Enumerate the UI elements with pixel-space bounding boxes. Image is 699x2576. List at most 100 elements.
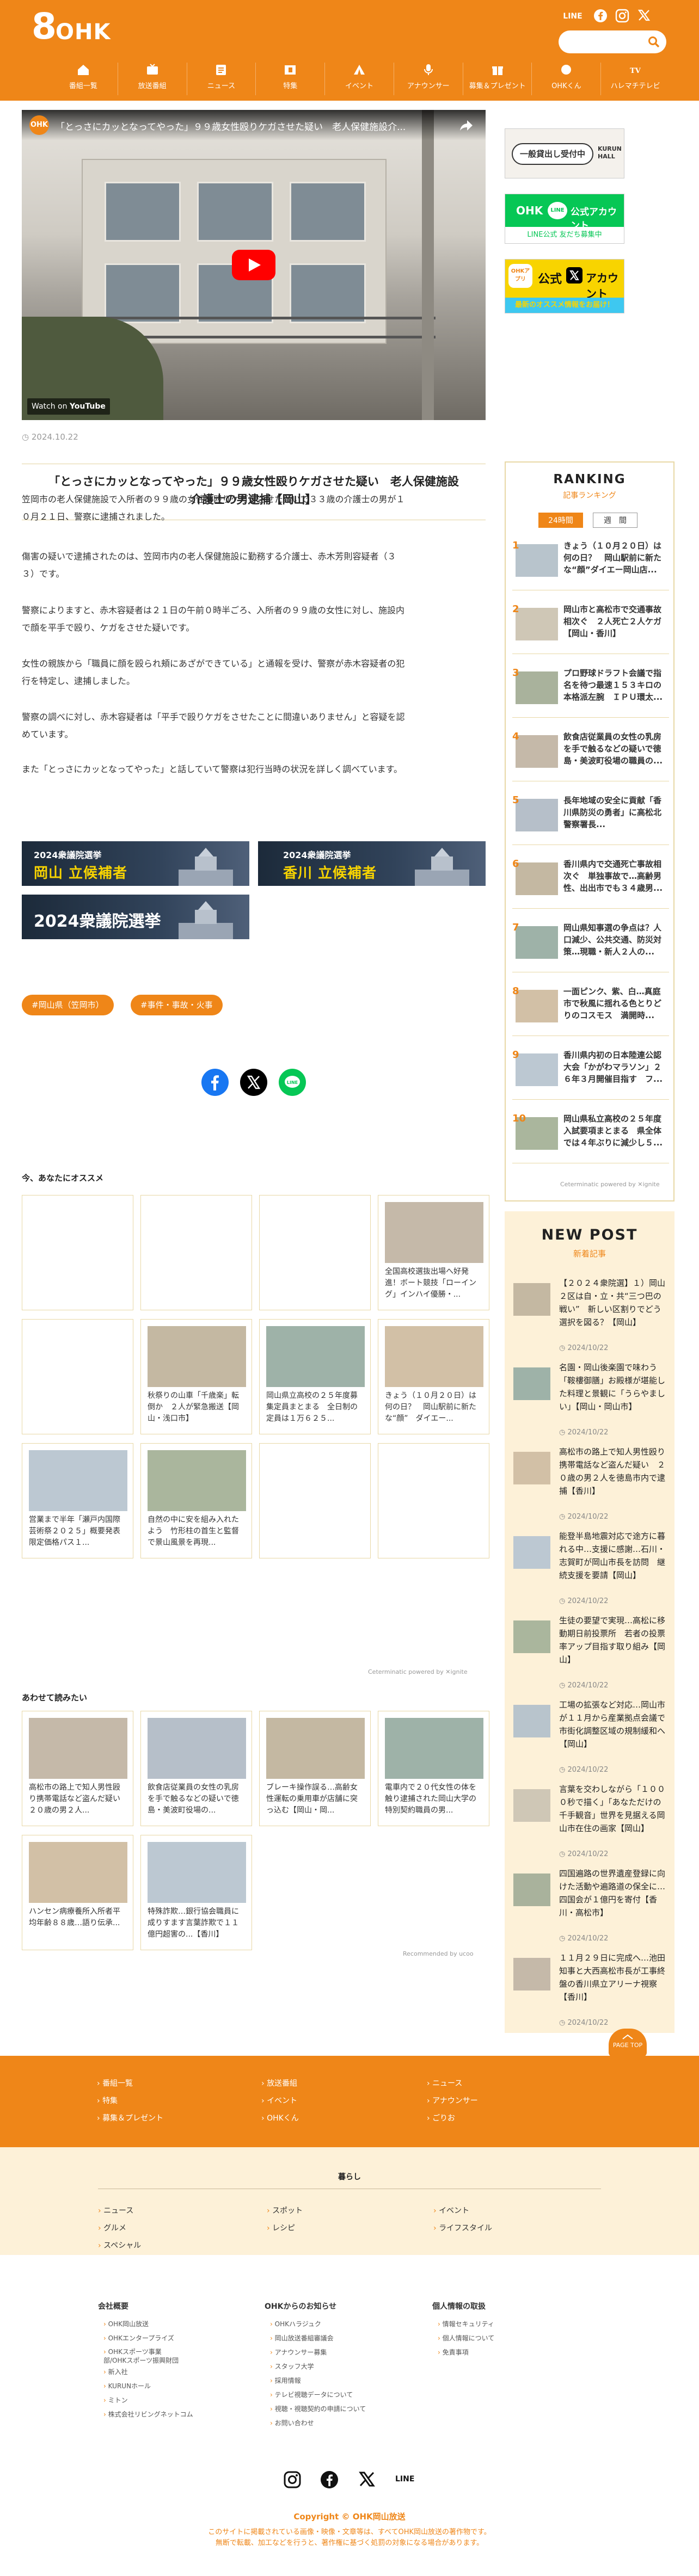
nav-announcer[interactable]: アナウンサー xyxy=(393,63,463,95)
footer-link[interactable]: ごりお xyxy=(427,2112,455,2123)
instagram-icon[interactable] xyxy=(283,2470,302,2491)
new-post-item[interactable]: 四国遍路の世界遺産登録に向けた活動や遍路道の保全に…四国会が１億円を寄付【香川・… xyxy=(513,1867,666,1949)
line-link[interactable]: LINE xyxy=(561,9,585,24)
recommend-card[interactable] xyxy=(259,1443,371,1558)
video-player[interactable]: OHK 「とっさにカッとなってやった」９９歳女性殴りケガさせた疑い 老人保健施設… xyxy=(22,110,486,420)
instagram-icon[interactable] xyxy=(614,9,630,24)
ranking-item[interactable]: 4 飲食店従業員の女性の乳房を手で触るなどの疑いで徳島・美波町役場の職員の... xyxy=(512,729,669,781)
nav-ohkkun[interactable]: OHKくん xyxy=(531,63,600,95)
footer-sub-link[interactable]: お問い合わせ xyxy=(270,2418,314,2427)
footer-link[interactable]: イベント xyxy=(261,2095,297,2106)
new-post-item[interactable]: 名園・岡山後楽園で味わう「鞍樓御膳」お殿様が堪能した料理と景観に「うらやましい」… xyxy=(513,1361,666,1443)
ranking-item[interactable]: 10 岡山県私立高校の２５年度入試要項まとまる 県全体では４年ぶりに減少し５... xyxy=(512,1111,669,1163)
election-2024-banner[interactable]: 2024衆議院選挙 xyxy=(22,895,249,939)
new-post-item[interactable]: 高松市の路上で知人男性殴り携帯電話など盗んだ疑い ２０歳の男２人を徳島市内で逮捕… xyxy=(513,1445,666,1527)
kurashi-link[interactable]: スポット xyxy=(267,2205,303,2216)
recommend-card[interactable]: きょう（１０月２０日）は何の日？ 岡山駅前に新たな“顔” ダイエー... xyxy=(378,1319,489,1434)
also-read-card[interactable]: 飲食店従業員の女性の乳房を手で触るなどの疑いで徳島・美波町役場の... xyxy=(140,1711,252,1826)
footer-sub-link[interactable]: 情報セキュリティ xyxy=(438,2319,494,2328)
okayama-candidates-banner[interactable]: 2024衆議院選挙 岡山 立候補者 xyxy=(22,841,249,886)
tab-24h[interactable]: 24時間 xyxy=(538,513,583,528)
ohk-logo[interactable]: 8 OHK xyxy=(32,8,110,46)
footer-sub-link[interactable]: ミトン xyxy=(103,2395,128,2405)
also-read-card[interactable]: 特殊詐欺…銀行協会職員に成りすます言葉詐欺で１１億円超害の...【香川】 xyxy=(140,1835,252,1950)
nav-broadcast[interactable]: 放送番組 xyxy=(117,63,187,95)
nav-feature[interactable]: 特集 xyxy=(255,63,324,95)
watch-on-youtube[interactable]: Watch on YouTube xyxy=(27,398,110,415)
line-official-banner[interactable]: OHK LINE 公式アカウント LINE公式 友だち募集中 xyxy=(505,194,624,244)
facebook-share-icon[interactable] xyxy=(201,1069,229,1096)
ranking-item[interactable]: 6 香川県内で交通死亡事故相次ぐ 単独事故で…高齢男性、出出市でも３４歳男... xyxy=(512,856,669,909)
footer-sub-link[interactable]: スタッフ大学 xyxy=(270,2362,314,2371)
new-post-item[interactable]: 言葉を交わしながら「１０００秒で描く」「あなただけの千手観音」世界を見据える岡山… xyxy=(513,1783,666,1864)
recommend-card[interactable]: 秋祭りの山車「千歳楽」転倒か ２人が緊急搬送【岡山・浅口市】 xyxy=(140,1319,252,1434)
x-icon[interactable] xyxy=(636,9,652,24)
recommend-card[interactable] xyxy=(140,1195,252,1310)
new-post-item[interactable]: 能登半島地震対応で途方に暮れる中…支援に感謝…石川・志賀町が岡山市長を訪問 継続… xyxy=(513,1530,666,1611)
footer-sub-link[interactable]: 視聴・視聴契約の申請について xyxy=(270,2404,366,2413)
also-read-card[interactable]: 高松市の路上で知人男性殴り携帯電話など盗んだ疑い ２０歳の男２人... xyxy=(22,1711,133,1826)
ranking-item[interactable]: 5 長年地域の安全に貢献「香川県防災の勇者」に高松北警察署長... xyxy=(512,792,669,845)
footer-sub-link[interactable]: OHK岡山放送 xyxy=(103,2319,149,2328)
line-share-icon[interactable]: LINE xyxy=(279,1069,306,1096)
recommend-card[interactable]: 全国高校選抜出場へ好発進！ボート競技「ローイング」インハイ優勝・... xyxy=(378,1195,489,1310)
search-input[interactable] xyxy=(559,30,666,53)
facebook-icon[interactable] xyxy=(592,9,609,24)
search-icon[interactable] xyxy=(648,36,660,48)
nav-present[interactable]: 募集＆プレゼント xyxy=(462,63,532,95)
recommend-card[interactable] xyxy=(259,1195,371,1310)
footer-sub-link[interactable]: KURUNホール xyxy=(103,2381,151,2390)
footer-link[interactable]: 番組一覧 xyxy=(97,2078,133,2088)
kurun-hall-banner[interactable]: 一般貸出し受付中 KURUN HALL xyxy=(505,128,624,178)
play-button[interactable] xyxy=(232,250,275,280)
recommend-card[interactable] xyxy=(22,1319,133,1434)
x-icon[interactable] xyxy=(358,2470,376,2490)
nav-news[interactable]: ニュース xyxy=(186,63,256,95)
kurashi-link[interactable]: イベント xyxy=(433,2205,469,2216)
recommend-card[interactable] xyxy=(22,1195,133,1310)
footer-sub-link[interactable]: OHKハラジュク xyxy=(270,2319,321,2328)
footer-link[interactable]: アナウンサー xyxy=(427,2095,478,2106)
kurashi-link[interactable]: スペシャル xyxy=(98,2240,141,2251)
footer-sub-link[interactable]: 新入社 xyxy=(103,2367,128,2376)
x-official-banner[interactable]: OHKアプリ 公式 アカウント 最新のオススメ情報をお届け！ xyxy=(505,259,624,313)
footer-link[interactable]: 募集＆プレゼント xyxy=(97,2112,163,2123)
footer-sub-link[interactable]: 株式会社リビングネットコム xyxy=(103,2409,193,2419)
x-share-icon[interactable] xyxy=(240,1069,267,1096)
recommend-card[interactable]: 岡山県立高校の２５年度募集定員まとまる 全日制の定員は１万６２５... xyxy=(259,1319,371,1434)
footer-sub-link[interactable]: 個人情報について xyxy=(438,2333,495,2343)
new-post-item[interactable]: 生徒の要望で実現…高松に移動期日前投票所 若者の投票率アップ目指す取り組み【岡山… xyxy=(513,1614,666,1696)
channel-avatar[interactable]: OHK xyxy=(29,115,49,135)
new-post-item[interactable]: 【２０２４衆院選】１）岡山２区は自・立・共“三つ巴の戦い” 新しい区割りでどう選… xyxy=(513,1277,666,1358)
nav-event[interactable]: イベント xyxy=(324,63,394,95)
new-post-item[interactable]: １１月２９日に完成へ…池田知事と大西高松市長が工事終盤の香川県立アリーナ視察【香… xyxy=(513,1951,666,2033)
footer-sub-link[interactable]: テレビ視聴データについて xyxy=(270,2390,353,2399)
kurashi-link[interactable]: グルメ xyxy=(98,2222,126,2233)
share-icon[interactable] xyxy=(458,118,474,133)
footer-sub-link[interactable]: OHKエンタープライズ xyxy=(103,2333,174,2343)
nav-program-list[interactable]: 番組一覧 xyxy=(49,63,118,95)
footer-sub-link[interactable]: OHKスポーツ事業部/OHKスポーツ振興財団 xyxy=(103,2347,180,2365)
kurashi-link[interactable]: ライフスタイル xyxy=(433,2222,492,2233)
recommend-card[interactable]: 営業まで半年「瀬戸内国際芸術祭２０２５」概要発表 限定価格パス１... xyxy=(22,1443,133,1558)
kurashi-link[interactable]: ニュース xyxy=(98,2205,133,2216)
tag-okayama-kasaoka[interactable]: #岡山県（笠岡市） xyxy=(22,995,114,1015)
page-top-button[interactable]: PAGE TOP xyxy=(609,2029,647,2057)
footer-link[interactable]: ニュース xyxy=(427,2078,462,2088)
footer-sub-link[interactable]: 免責事項 xyxy=(438,2347,469,2357)
nav-harematchi[interactable]: TV ハレマチテレビ xyxy=(600,63,670,95)
footer-link[interactable]: 特集 xyxy=(97,2095,118,2106)
footer-sub-link[interactable]: 岡山放送番組審議会 xyxy=(270,2333,334,2343)
kurashi-link[interactable]: レシピ xyxy=(267,2222,295,2233)
ranking-item[interactable]: 7 岡山県知事選の争点は？人口減少、公共交通、防災対策…現職・新人２人の... xyxy=(512,920,669,972)
footer-sub-link[interactable]: アナウンサー募集 xyxy=(270,2347,327,2357)
ranking-item[interactable]: 3 プロ野球ドラフト会議で指名を待つ最速１５３キロの本格派左腕 ＩＰＵ環太... xyxy=(512,665,669,718)
footer-sub-link[interactable]: 採用情報 xyxy=(270,2376,301,2385)
ranking-item[interactable]: 9 香川県内初の日本陸連公認大会「かがわマラソン」２６年３月開催目指す フ... xyxy=(512,1047,669,1100)
new-post-item[interactable]: 工場の拡張など対応…岡山市が１１月から産業拠点会議で市街化調整区域の規制緩和へ【… xyxy=(513,1698,666,1780)
footer-link[interactable]: OHKくん xyxy=(261,2112,299,2123)
ranking-item[interactable]: 2 岡山市と高松市で交通事故相次ぐ ２人死亡２人ケガ【岡山・香川】 xyxy=(512,601,669,654)
also-read-card[interactable]: 電車内で２０代女性の体を触り逮捕された岡山大学の特別契約職員の男... xyxy=(378,1711,489,1826)
recommend-card[interactable] xyxy=(378,1443,489,1558)
video-title[interactable]: 「とっさにカッとなってやった」９９歳女性殴りケガさせた疑い 老人保健施設介... xyxy=(56,119,447,133)
